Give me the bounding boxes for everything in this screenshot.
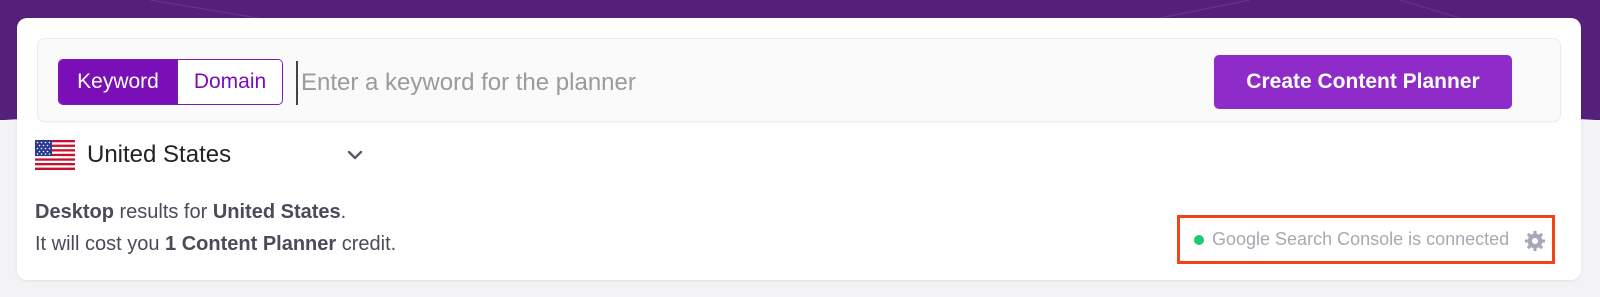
connected-status-dot-icon — [1194, 234, 1204, 245]
cost-info-line: It will cost you 1 Content Planner credi… — [35, 228, 396, 260]
gsc-status-highlight: Google Search Console is connected — [1177, 215, 1555, 264]
device-info-text: results for — [113, 201, 213, 223]
domain-mode-button[interactable]: Domain — [177, 60, 282, 104]
search-bar: Keyword Domain Create Content Planner — [37, 38, 1561, 122]
chevron-down-icon[interactable] — [345, 145, 365, 165]
device-country-label: United States — [212, 201, 341, 223]
mode-toggle: Keyword Domain — [58, 59, 283, 105]
country-label: United States — [87, 141, 232, 168]
gear-icon[interactable] — [1524, 230, 1546, 252]
keyword-input[interactable] — [296, 61, 1183, 105]
cost-info: Desktop results for United States. It wi… — [35, 196, 396, 260]
country-select[interactable]: United States — [35, 137, 375, 173]
cost-info-end: credit. — [336, 233, 397, 255]
cost-amount: 1 Content Planner — [165, 233, 337, 255]
device-info-end: . — [340, 201, 347, 223]
device-info-line: Desktop results for United States. — [35, 196, 396, 228]
create-content-planner-button[interactable]: Create Content Planner — [1214, 55, 1512, 109]
device-label: Desktop — [35, 201, 114, 223]
cost-info-text: It will cost you — [35, 233, 166, 255]
gsc-status-text: Google Search Console is connected — [1212, 229, 1510, 249]
us-flag-icon — [35, 140, 75, 170]
planner-card: Keyword Domain Create Content Planner — [17, 18, 1581, 280]
keyword-mode-button[interactable]: Keyword — [59, 60, 177, 104]
